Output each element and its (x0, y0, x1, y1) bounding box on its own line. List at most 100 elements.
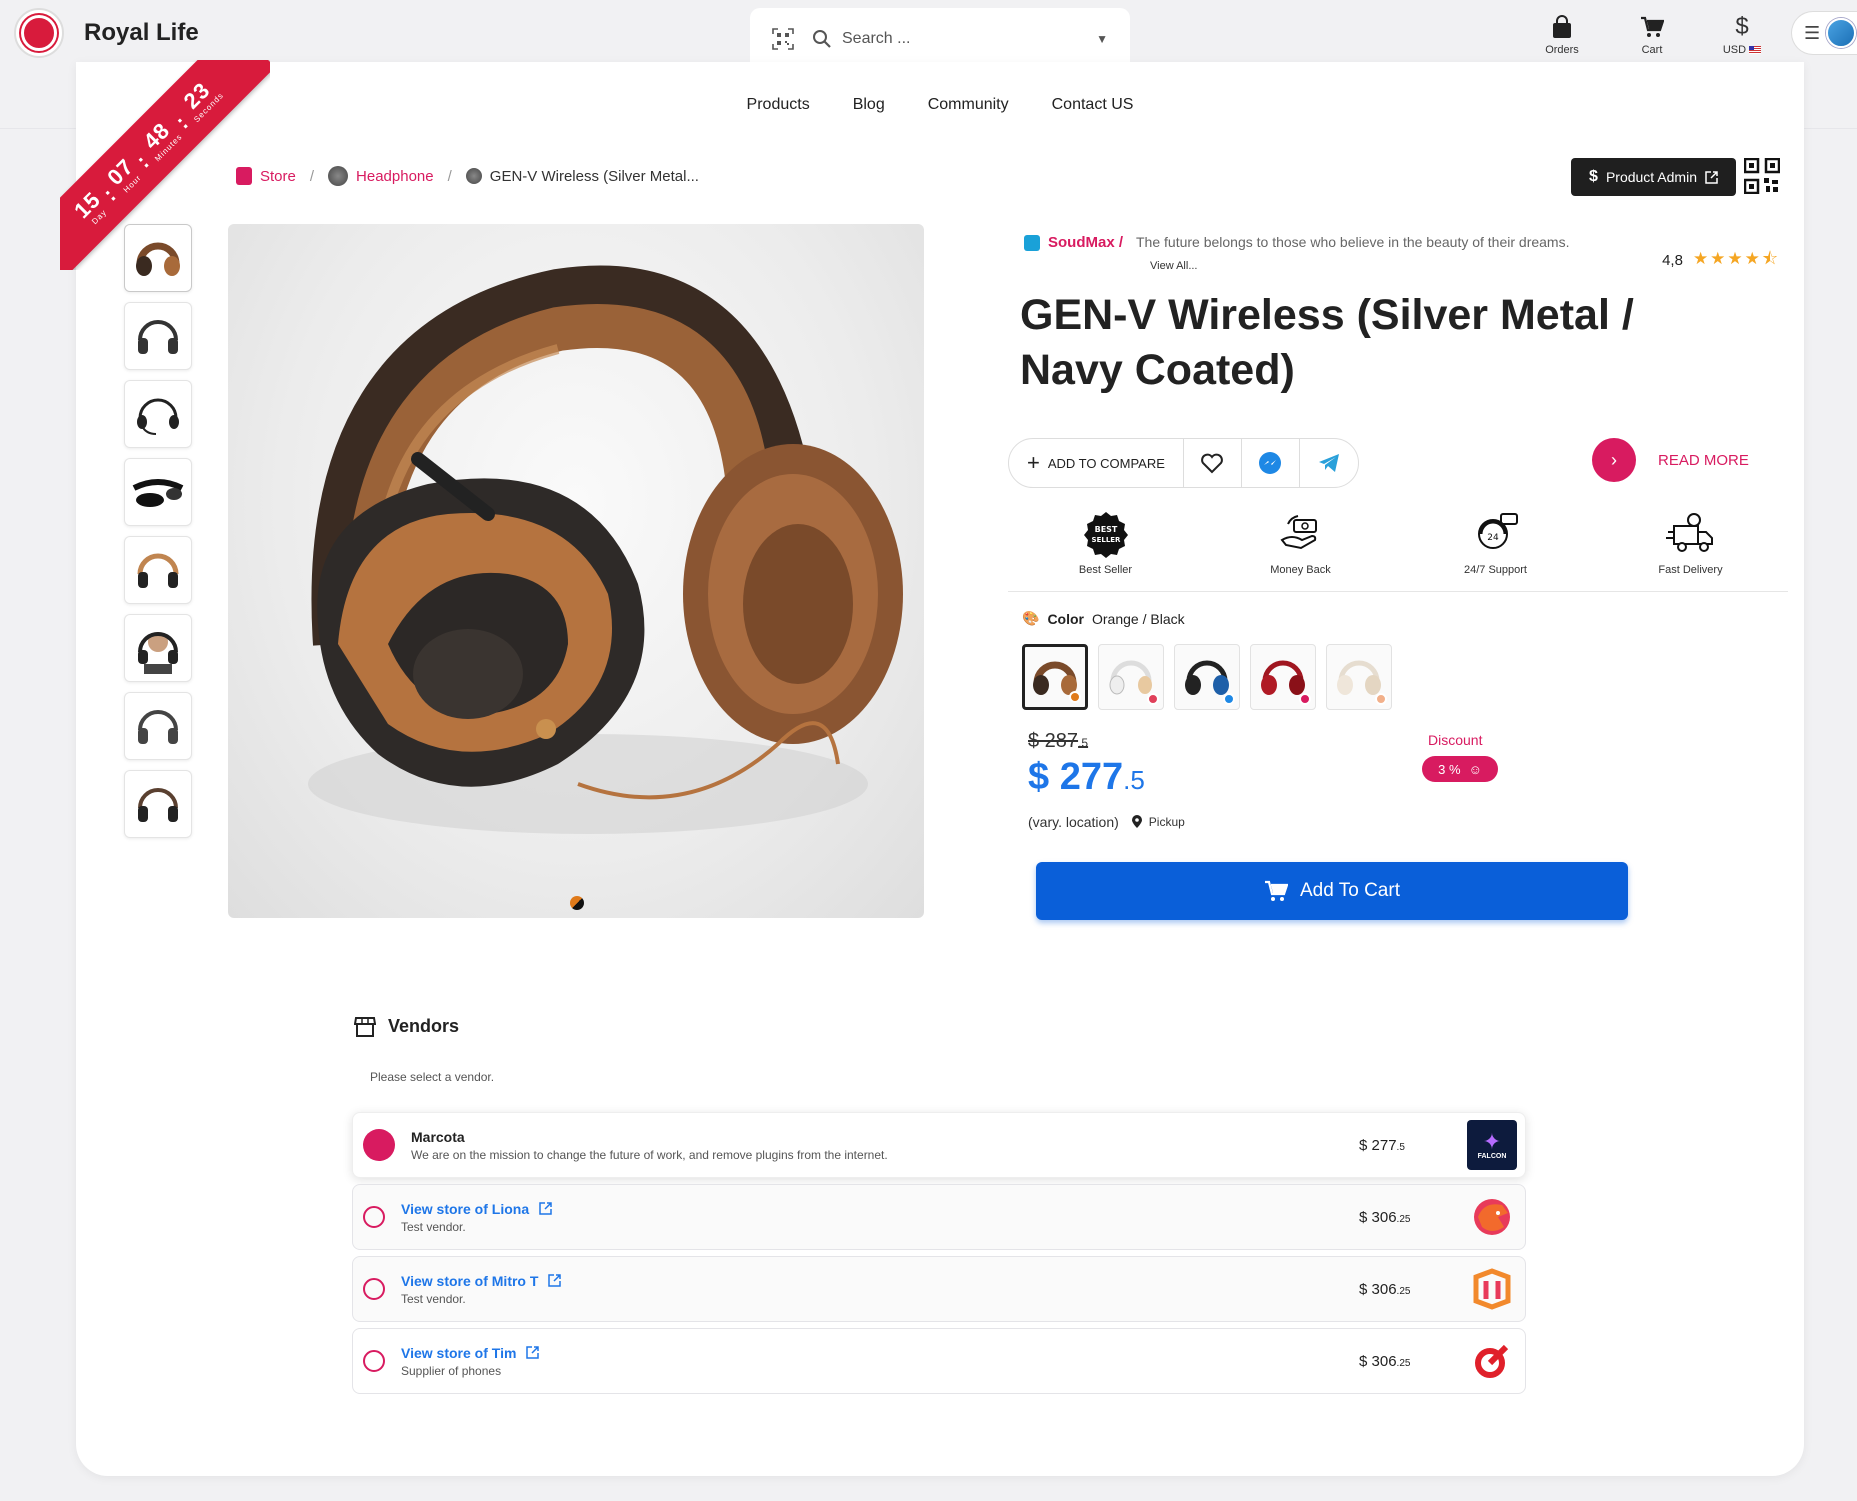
vendor-list: Marcota We are on the mission to change … (352, 1112, 1526, 1400)
headphone-image (308, 265, 903, 834)
vendor-radio[interactable] (363, 1350, 385, 1372)
store-icon (354, 1016, 376, 1037)
breadcrumb-headphone[interactable]: Headphone (328, 166, 434, 186)
hamburger-icon: ☰ (1804, 22, 1821, 43)
telegram-share-button[interactable] (1300, 439, 1358, 487)
feature-fast-delivery: Fast Delivery (1621, 510, 1761, 591)
thumbnail[interactable] (124, 692, 192, 760)
discount-badge: 3 % ☺ (1422, 756, 1498, 782)
qr-code-icon[interactable] (1744, 158, 1780, 194)
nav-contact-us[interactable]: Contact US (1052, 92, 1134, 118)
product-admin-button[interactable]: $ Product Admin (1571, 158, 1736, 196)
us-flag-icon (1749, 46, 1762, 55)
external-link-icon (526, 1346, 540, 1359)
vendor-row[interactable]: View store of Tim Supplier of phones $ 3… (352, 1328, 1526, 1394)
breadcrumb-store[interactable]: Store (236, 167, 296, 185)
swatch-blue[interactable] (1174, 644, 1240, 710)
thumbnail[interactable] (124, 458, 192, 526)
location-pin-icon (1131, 815, 1142, 828)
breadcrumb-current: GEN-V Wireless (Silver Metal... (465, 168, 699, 185)
rating-value: 4,8 (1662, 252, 1683, 269)
svg-text:BEST: BEST (1094, 525, 1117, 534)
external-link-icon (548, 1274, 562, 1287)
thumbnail[interactable] (124, 614, 192, 682)
messenger-icon (1259, 452, 1282, 474)
thumbnail[interactable] (124, 770, 192, 838)
thumbnail[interactable] (124, 536, 192, 604)
messenger-share-button[interactable] (1242, 439, 1300, 487)
add-to-cart-button[interactable]: Add To Cart (1036, 862, 1628, 920)
orders-button[interactable]: Orders (1517, 10, 1607, 56)
feature-best-seller: BEST SELLER Best Seller (1036, 510, 1176, 591)
vendor-row[interactable]: View store of Liona Test vendor. $ 306.2… (352, 1184, 1526, 1250)
color-selector: 🎨 Color Orange / Black (1022, 610, 1185, 627)
svg-text:24: 24 (1487, 533, 1499, 543)
add-to-compare-button[interactable]: + ADD TO COMPARE (1009, 439, 1184, 487)
hexagon-logo (1467, 1264, 1517, 1314)
read-more-button[interactable]: › READ MORE (1592, 438, 1749, 482)
old-price: $ 287.5 (1028, 730, 1089, 752)
color-dot (1147, 693, 1159, 705)
chevron-down-icon[interactable]: ▼ (1096, 32, 1108, 46)
view-all-link[interactable]: View All... (1150, 260, 1198, 272)
vendor-link[interactable]: SoudMax / (1024, 234, 1123, 251)
swatch-cream[interactable] (1326, 644, 1392, 710)
vendor-radio[interactable] (363, 1206, 385, 1228)
falcon-star-icon: ✦ (1482, 1128, 1502, 1154)
thumbnail[interactable] (124, 302, 192, 370)
breadcrumb-separator: / (447, 167, 452, 185)
wishlist-button[interactable] (1184, 439, 1242, 487)
vendor-store-link[interactable]: View store of Liona (401, 1201, 1525, 1217)
vendor-description: Test vendor. (401, 1291, 466, 1306)
red-swirl-logo (1467, 1336, 1517, 1386)
color-dot (1299, 693, 1311, 705)
currency-button[interactable]: $ USD (1697, 10, 1787, 56)
palette-icon: 🎨 (1022, 610, 1040, 626)
brand-logo (14, 8, 64, 58)
pickup-info[interactable]: Pickup (1131, 815, 1185, 829)
nav-blog[interactable]: Blog (853, 92, 885, 118)
vendor-row[interactable]: View store of Mitro T Test vendor. $ 306… (352, 1256, 1526, 1322)
vendor-store-link[interactable]: View store of Tim (401, 1345, 1525, 1361)
image-pager-dot[interactable] (570, 896, 584, 910)
nav-products[interactable]: Products (747, 92, 810, 118)
vendors-subtitle: Please select a vendor. (370, 1070, 495, 1084)
swatch-white[interactable] (1098, 644, 1164, 710)
breadcrumb: Store / Headphone / GEN-V Wireless (Silv… (236, 166, 699, 186)
vendor-price: $ 306.25 (1359, 1352, 1411, 1370)
brand[interactable]: Royal Life (14, 8, 199, 58)
vendor-store-link[interactable]: View store of Mitro T (401, 1273, 1525, 1289)
vendor-slogan: The future belongs to those who believe … (1136, 234, 1570, 250)
thumbnail[interactable] (124, 380, 192, 448)
swatch-red[interactable] (1250, 644, 1316, 710)
vendor-price: $ 306.25 (1359, 1208, 1411, 1226)
vendor-radio[interactable] (363, 1278, 385, 1300)
cart-button[interactable]: Cart (1607, 10, 1697, 56)
swatch-orange-black[interactable] (1022, 644, 1088, 710)
telegram-icon (1318, 454, 1339, 472)
store-bag-icon (236, 167, 252, 185)
breadcrumb-separator: / (309, 167, 315, 185)
product-main-image[interactable] (228, 224, 924, 918)
vendor-row[interactable]: Marcota We are on the mission to change … (352, 1112, 1526, 1178)
search-icon (813, 30, 831, 48)
support-icon: 24 (1477, 513, 1518, 549)
delivery-truck-icon (1665, 513, 1713, 552)
headphone-category-icon (328, 166, 349, 186)
feature-support: 24 24/7 Support (1426, 510, 1566, 591)
external-link-icon (1705, 170, 1718, 184)
color-dot (1069, 691, 1081, 703)
search-input[interactable]: Search ... ▼ (812, 29, 1108, 49)
product-action-pill: + ADD TO COMPARE (1008, 438, 1359, 488)
feature-list: BEST SELLER Best Seller Money Back 24 24/… (1008, 510, 1788, 592)
qr-scan-icon[interactable] (772, 28, 794, 50)
thumbnail[interactable] (124, 224, 192, 292)
vendor-price: $ 277.5 (1359, 1136, 1405, 1154)
current-price: $ 277.5 (1028, 756, 1145, 798)
vendor-radio-selected[interactable] (363, 1129, 395, 1161)
vendor-description: We are on the mission to change the futu… (411, 1147, 888, 1162)
nav-community[interactable]: Community (928, 92, 1009, 118)
user-menu[interactable]: ☰ (1791, 11, 1857, 55)
search-placeholder: Search ... (842, 30, 911, 47)
top-actions: Orders Cart $ USD ☰ (1517, 10, 1857, 56)
